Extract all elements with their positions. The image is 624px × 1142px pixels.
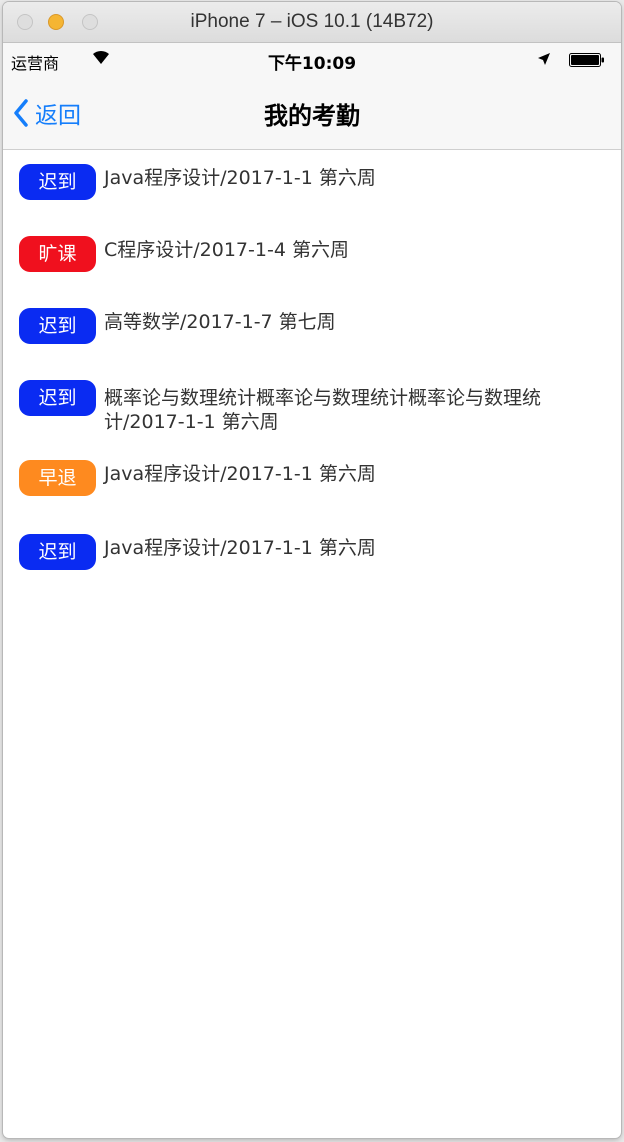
record-text: Java程序设计/2017-1-1 第六周: [104, 463, 376, 485]
navigation-bar: 返回 我的考勤: [3, 77, 621, 150]
list-item[interactable]: 迟到 Java程序设计/2017-1-1 第六周: [3, 520, 621, 592]
record-text: 概率论与数理统计概率论与数理统计概率论与数理统计/2017-1-1 第六周: [104, 387, 542, 433]
record-text: C程序设计/2017-1-4 第六周: [104, 239, 349, 261]
list-item[interactable]: 迟到 Java程序设计/2017-1-1 第六周: [3, 150, 621, 222]
location-arrow-icon: [538, 53, 550, 65]
record-text: Java程序设计/2017-1-1 第六周: [104, 537, 376, 559]
simulator-window: iPhone 7 – iOS 10.1 (14B72) 运营商 下午10:09 …: [3, 2, 621, 1138]
status-badge: 迟到: [19, 534, 96, 570]
status-badge: 迟到: [19, 308, 96, 344]
window-titlebar[interactable]: iPhone 7 – iOS 10.1 (14B72): [3, 2, 621, 43]
window-title: iPhone 7 – iOS 10.1 (14B72): [190, 11, 434, 32]
list-item[interactable]: 迟到 高等数学/2017-1-7 第七周: [3, 294, 621, 366]
status-badge: 旷课: [19, 236, 96, 272]
list-item[interactable]: 迟到 概率论与数理统计概率论与数理统计概率论与数理统计/2017-1-1 第六周: [3, 366, 621, 438]
status-badge: 迟到: [19, 380, 96, 416]
page-title: 我的考勤: [264, 102, 360, 130]
record-text: 高等数学/2017-1-7 第七周: [104, 311, 336, 333]
status-bar: 运营商 下午10:09: [3, 43, 621, 77]
list-item[interactable]: 早退 Java程序设计/2017-1-1 第六周: [3, 446, 621, 518]
status-badge: 早退: [19, 460, 96, 496]
battery-icon: [569, 53, 604, 67]
status-badge: 迟到: [19, 164, 96, 200]
list-item[interactable]: 旷课 C程序设计/2017-1-4 第六周: [3, 222, 621, 294]
status-time: 下午10:09: [267, 54, 357, 74]
record-text: Java程序设计/2017-1-1 第六周: [104, 167, 376, 189]
